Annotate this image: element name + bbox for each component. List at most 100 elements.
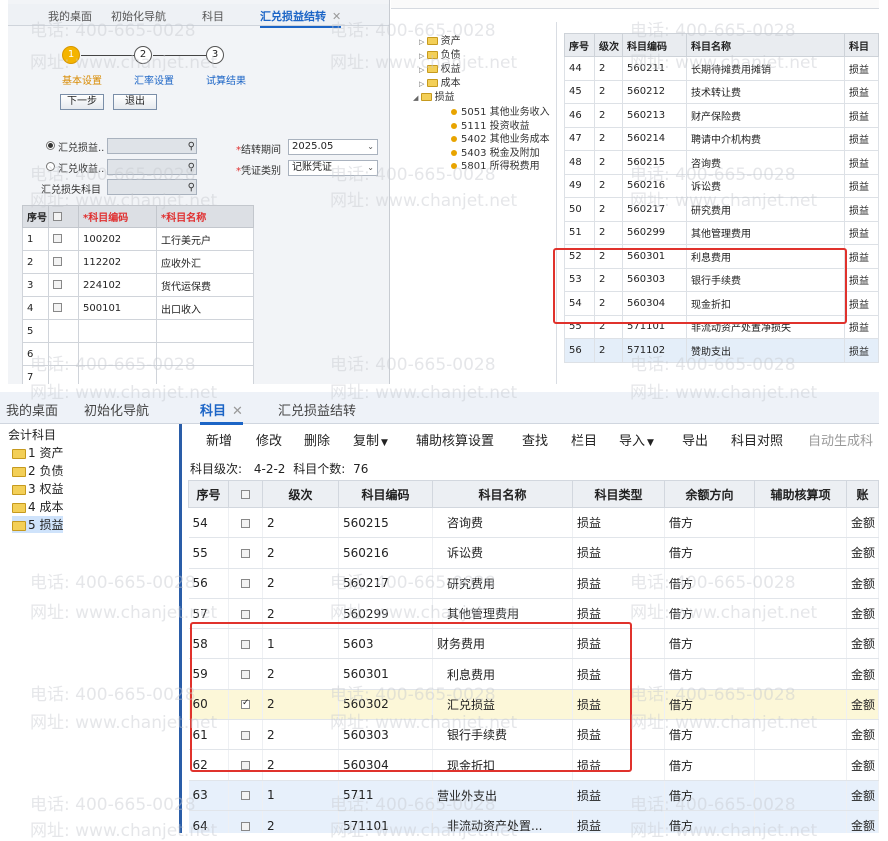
tab-desktop[interactable]: 我的桌面 (48, 8, 92, 24)
search-icon[interactable]: ⚲ (188, 181, 195, 195)
row-checkbox-cell[interactable] (228, 810, 263, 833)
next-button[interactable]: 下一步 (60, 94, 104, 110)
table-row[interactable]: 56 2 560217 研究费用 损益 借方 金额 (188, 568, 879, 599)
tree-item-1[interactable]: 1 资产 (12, 444, 63, 461)
tab-subjects[interactable]: 科目 ✕ (200, 400, 243, 425)
row-checkbox-cell[interactable] (48, 273, 79, 297)
row-checkbox[interactable] (241, 609, 250, 619)
toolbar-button-5[interactable]: 辅助核算设置 (416, 430, 494, 449)
tree-folder-3[interactable]: ▷ 权益 (419, 60, 461, 75)
toolbar-button-7[interactable]: 栏目 (571, 430, 597, 449)
subject-code: 560215 (622, 150, 687, 175)
table-row[interactable]: 49 2 560216 诉讼费 损益 (564, 173, 879, 198)
expand-icon[interactable]: ▷ (419, 80, 427, 88)
tree-item-4[interactable]: 4 成本 (12, 498, 63, 515)
subject-name: 财产保险费 (686, 103, 845, 128)
toolbar-button-4[interactable]: 复制 ▼ (353, 430, 388, 449)
tab-exchange-transfer[interactable]: 汇兑损益结转 (278, 400, 356, 419)
row-checkbox-cell[interactable] (228, 780, 263, 811)
row-checkbox-cell[interactable] (228, 507, 263, 539)
radio-exchange-income[interactable] (46, 162, 55, 171)
row-checkbox-cell[interactable] (48, 319, 79, 343)
table-row[interactable]: 7 (22, 365, 254, 384)
table-row[interactable]: 54 2 560215 咨询费 损益 借方 金额 (188, 507, 879, 539)
table-row[interactable]: 51 2 560299 其他管理费用 损益 (564, 220, 879, 245)
row-checkbox[interactable] (53, 280, 62, 289)
row-checkbox-cell[interactable] (228, 568, 263, 599)
table-row[interactable]: 47 2 560214 聘请中介机构费 损益 (564, 126, 879, 151)
income-subject-input[interactable]: ⚲ (107, 159, 197, 175)
row-checkbox[interactable] (53, 303, 62, 312)
table-row[interactable]: 64 2 571101 非流动资产处置... 损益 借方 金额 (188, 810, 879, 833)
tab-subjects[interactable]: 科目 (202, 8, 224, 24)
row-checkbox-cell[interactable] (48, 296, 79, 320)
search-icon[interactable]: ⚲ (188, 161, 195, 175)
row-checkbox[interactable] (53, 257, 62, 266)
loss-subject-input[interactable]: ⚲ (107, 179, 197, 195)
tree-leaf[interactable]: 5801 所得税费用 (451, 157, 540, 172)
close-icon[interactable]: ✕ (332, 10, 341, 23)
table-row[interactable]: 46 2 560213 财产保险费 损益 (564, 103, 879, 128)
tree-item-5[interactable]: 5 损益 (12, 516, 64, 533)
table-row[interactable]: 2 112202 应收外汇 (22, 250, 254, 274)
row-checkbox[interactable] (53, 234, 62, 243)
table-row[interactable]: 44 2 560211 长期待摊费用摊销 损益 (564, 56, 879, 81)
table-row[interactable]: 3 224102 货代运保费 (22, 273, 254, 297)
row-checkbox-cell[interactable] (48, 365, 79, 384)
expand-icon[interactable]: ▷ (419, 38, 427, 46)
toolbar-button-8[interactable]: 导入 ▼ (619, 430, 654, 449)
toolbar-button-1[interactable]: 新增 (206, 430, 232, 449)
folder-icon (426, 65, 438, 73)
expand-icon[interactable]: ▷ (419, 52, 427, 60)
table-row[interactable]: 4 500101 出口收入 (22, 296, 254, 320)
toolbar-button-2[interactable]: 修改 (256, 430, 282, 449)
select-all-checkbox[interactable] (53, 211, 62, 221)
toolbar-button-6[interactable]: 查找 (522, 430, 548, 449)
tree-root[interactable]: 会计科目 (8, 426, 56, 443)
table-row[interactable]: 48 2 560215 咨询费 损益 (564, 150, 879, 175)
table-row[interactable]: 55 2 560216 诉讼费 损益 借方 金额 (188, 537, 879, 569)
row-checkbox[interactable] (241, 791, 250, 801)
table-row[interactable]: 1 100202 工行美元户 (22, 227, 254, 251)
tab-init-nav[interactable]: 初始化导航 (111, 8, 166, 24)
subject-code: 560214 (622, 126, 687, 151)
row-checkbox[interactable] (241, 579, 250, 589)
row-checkbox[interactable] (241, 548, 250, 558)
tab-desktop[interactable]: 我的桌面 (6, 400, 58, 419)
table-row[interactable]: 50 2 560217 研究费用 损益 (564, 197, 879, 222)
table-row[interactable]: 63 1 5711 营业外支出 损益 借方 金额 (188, 780, 879, 811)
exit-button[interactable]: 退出 (113, 94, 157, 110)
table-row[interactable]: 56 2 571102 赞助支出 损益 (564, 338, 879, 363)
tree-folder-1[interactable]: ▷ 资产 (419, 32, 461, 47)
search-icon[interactable]: ⚲ (188, 140, 195, 154)
gain-loss-subject-input[interactable]: ⚲ (107, 138, 197, 154)
tree-item-2[interactable]: 2 负债 (12, 462, 63, 479)
row-checkbox-cell[interactable] (48, 342, 79, 366)
tree-folder-5[interactable]: ◢ 损益 (413, 88, 455, 103)
close-icon[interactable]: ✕ (232, 404, 243, 419)
toolbar-button-9[interactable]: 导出 (682, 430, 708, 449)
radio-exchange-gain-loss[interactable] (46, 141, 55, 150)
toolbar-button-3[interactable]: 删除 (304, 430, 330, 449)
expand-icon[interactable]: ▷ (419, 66, 427, 74)
collapse-icon[interactable]: ◢ (413, 94, 421, 102)
toolbar-button-10[interactable]: 科目对照 (731, 430, 783, 449)
account-format: 金额 (846, 628, 879, 660)
voucher-select[interactable]: 记账凭证 ⌄ (288, 160, 378, 176)
table-row[interactable]: 45 2 560212 技术转让费 损益 (564, 79, 879, 104)
tree-folder-4[interactable]: ▷ 成本 (419, 74, 461, 89)
row-checkbox-cell[interactable] (228, 537, 263, 569)
tab-init-nav[interactable]: 初始化导航 (84, 400, 149, 419)
row-checkbox[interactable] (241, 518, 250, 528)
tree-folder-2[interactable]: ▷ 负债 (419, 46, 461, 61)
tree-item-3[interactable]: 3 权益 (12, 480, 63, 497)
row-checkbox-cell[interactable] (48, 250, 79, 274)
toolbar-button-11[interactable]: 自动生成科 (808, 430, 873, 449)
row-checkbox-cell[interactable] (48, 227, 79, 251)
table-row[interactable]: 5 (22, 319, 254, 343)
tab-exchange-transfer[interactable]: 汇兑损益结转 ✕ (260, 8, 342, 28)
period-select[interactable]: 2025.05 ⌄ (288, 139, 378, 155)
select-all-checkbox[interactable] (241, 490, 250, 499)
table-row[interactable]: 6 (22, 342, 254, 366)
row-checkbox[interactable] (241, 821, 250, 831)
